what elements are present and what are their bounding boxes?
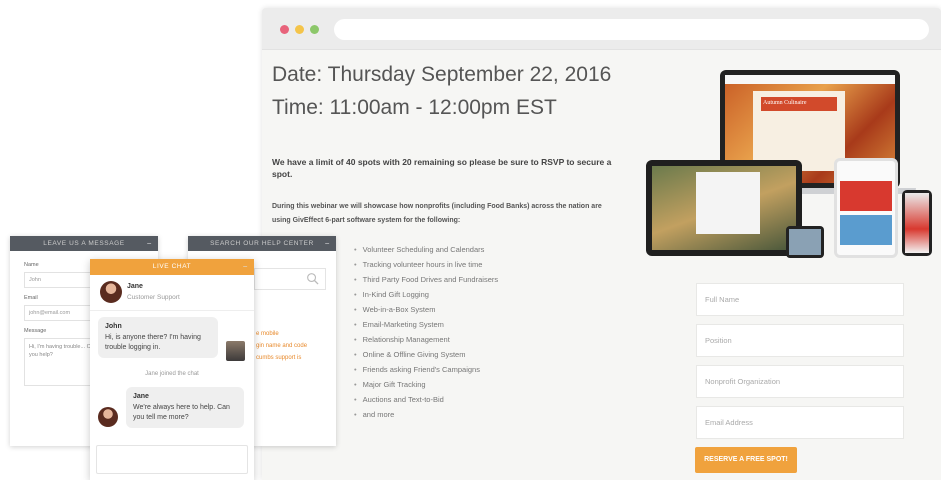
avatar [98,407,118,427]
device-mockups-image: Autumn Culinaire [646,66,936,266]
avatar [226,341,245,361]
message-text: Hi, is anyone there? I'm having trouble … [105,334,201,351]
list-item: Friends asking Friend's Campaigns [354,362,498,377]
position-field[interactable]: Position [696,324,904,357]
name-label: Name [24,262,39,268]
minimize-icon[interactable]: − [243,259,248,275]
event-date: Date: Thursday September 22, 2016 [272,63,612,86]
live-chat-header[interactable]: LIVE CHAT − [90,259,254,275]
webinar-intro-text: During this webinar we will showcase how… [272,203,602,224]
email-field[interactable]: Email Address [696,406,904,439]
phone-mockup [786,226,824,258]
live-chat-widget: LIVE CHAT − Jane Customer Support John H… [90,259,254,480]
list-item: Tracking volunteer hours in live time [354,257,498,272]
small-tablet-mockup [834,158,898,258]
help-article-link[interactable]: gin name and code [256,343,307,349]
organization-field[interactable]: Nonprofit Organization [696,365,904,398]
list-item: Relationship Management [354,332,498,347]
message-sender: John [105,323,122,330]
spots-limit-text: We have a limit of 40 spots with 20 rema… [272,157,612,179]
agent-name: Jane [127,283,143,290]
phone-mockup-2 [902,190,932,256]
list-item: In-Kind Gift Logging [354,287,498,302]
chat-input[interactable] [96,445,248,474]
browser-window: Date: Thursday September 22, 2016 Time: … [262,8,941,480]
tablet-mockup [646,160,802,256]
full-name-field[interactable]: Full Name [696,283,904,316]
laptop-title-text: Autumn Culinaire [763,100,807,106]
minimize-icon[interactable]: − [147,236,152,251]
list-item: Auctions and Text-to-Bid [354,392,498,407]
leave-message-header[interactable]: LEAVE US A MESSAGE − [10,236,158,251]
list-item: Major Gift Tracking [354,377,498,392]
leave-message-title: LEAVE US A MESSAGE [43,240,125,247]
help-center-header[interactable]: SEARCH OUR HELP CENTER − [188,236,336,251]
help-article-link[interactable]: e mobile [256,331,279,337]
help-center-title: SEARCH OUR HELP CENTER [210,240,314,247]
email-label: Email [24,295,38,301]
message-sender: Jane [133,393,149,400]
address-bar[interactable] [334,19,929,40]
reserve-spot-button[interactable]: RESERVE A FREE SPOT! [695,447,797,473]
minimize-window-dot[interactable] [295,25,304,34]
feature-list: Volunteer Scheduling and Calendars Track… [354,242,498,422]
join-notice: Jane joined the chat [145,371,199,377]
chat-message-user: John Hi, is anyone there? I'm having tro… [98,317,218,358]
agent-role: Customer Support [127,294,180,301]
minimize-icon[interactable]: − [325,236,330,251]
agent-info: Jane Customer Support [90,275,254,311]
message-text: We're always here to help. Can you tell … [133,404,230,421]
live-chat-title: LIVE CHAT [152,263,192,270]
browser-toolbar [262,8,941,50]
event-time: Time: 11:00am - 12:00pm EST [272,96,557,119]
list-item: Volunteer Scheduling and Calendars [354,242,498,257]
close-window-dot[interactable] [280,25,289,34]
list-item: and more [354,407,498,422]
avatar [100,281,122,303]
message-label: Message [24,328,47,334]
maximize-window-dot[interactable] [310,25,319,34]
help-article-link[interactable]: cumbs support is [256,355,301,361]
list-item: Email-Marketing System [354,317,498,332]
list-item: Online & Offline Giving System [354,347,498,362]
list-item: Web-in-a-Box System [354,302,498,317]
list-item: Third Party Food Drives and Fundraisers [354,272,498,287]
chat-message-agent: Jane We're always here to help. Can you … [126,387,244,428]
search-icon[interactable] [306,272,319,285]
